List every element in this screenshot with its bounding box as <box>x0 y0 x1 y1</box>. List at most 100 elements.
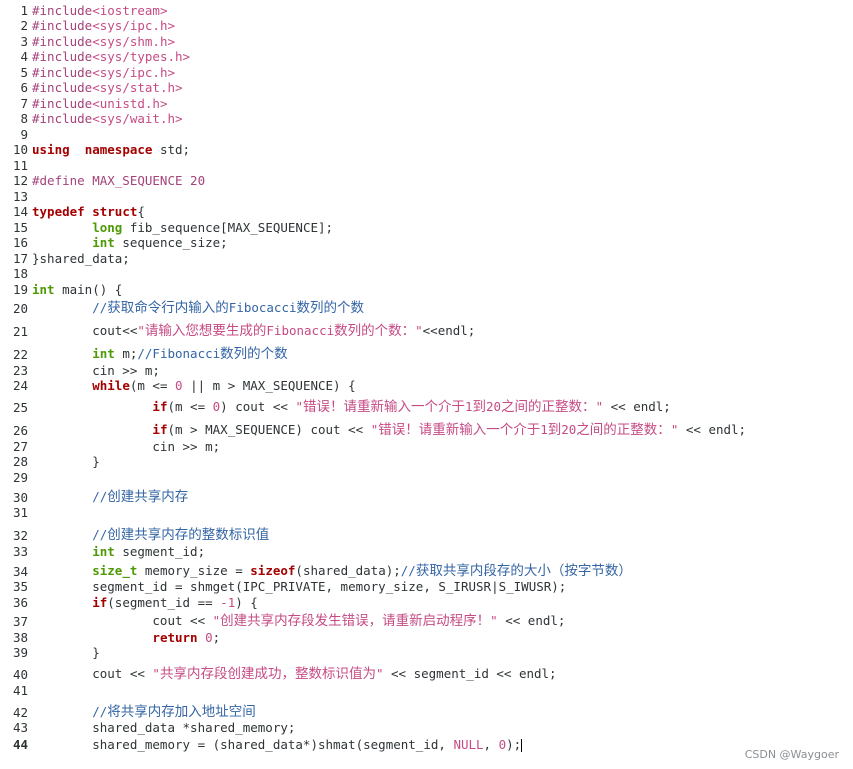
code-text: cout << "创建共享内存段发生错误，请重新启动程序！" << endl; <box>28 609 565 629</box>
code-line[interactable]: 12 #define MAX_SEQUENCE 20 <box>0 173 853 188</box>
code-line[interactable]: 35 segment_id = shmget(IPC_PRIVATE, memo… <box>0 579 853 594</box>
line-number: 15 <box>12 219 28 235</box>
line-number: 8 <box>20 111 28 126</box>
code-line[interactable]: 37 cout << "创建共享内存段发生错误，请重新启动程序！" << end… <box>0 609 853 629</box>
line-number: 37 <box>12 614 28 629</box>
line-number: 33 <box>12 543 28 559</box>
code-line[interactable]: 4 #include<sys/types.h> <box>0 49 853 64</box>
code-token: 创建共享内存 <box>107 488 189 505</box>
line-number: 39 <box>12 645 28 660</box>
code-token: 创建共享内存的整数标识值 <box>107 527 270 543</box>
code-token: typedef <box>32 204 85 219</box>
code-line[interactable]: 1 #include<iostream> <box>0 2 853 18</box>
code-editor[interactable]: 1 #include<iostream> 2 #include<sys/ipc.h> 3… <box>0 2 853 752</box>
code-token: #include <box>32 64 93 80</box>
code-token: << endl; <box>678 422 747 437</box>
code-line[interactable]: 33 int segment_id; <box>0 543 853 559</box>
code-token: 数列的个数： <box>334 323 416 339</box>
code-line[interactable]: 10 using namespace std; <box>0 142 853 157</box>
code-token: #include <box>32 111 93 126</box>
code-token: sequence_size; <box>114 235 228 250</box>
code-token: std; <box>152 142 191 157</box>
code-token: #include <box>32 2 93 18</box>
line-number: 29 <box>12 469 28 485</box>
code-token: " <box>415 323 423 338</box>
code-line[interactable]: 11 <box>0 157 853 173</box>
code-token: 1 <box>540 422 548 437</box>
code-line[interactable]: 14 typedef struct{ <box>0 204 853 219</box>
code-line[interactable]: 16 int sequence_size; <box>0 235 853 250</box>
code-line[interactable]: 38 return 0; <box>0 629 853 645</box>
code-text: } <box>28 454 100 469</box>
code-line[interactable]: 34 size_t memory_size = sizeof(shared_da… <box>0 559 853 579</box>
code-token: 0 <box>498 737 507 752</box>
code-token: int <box>92 346 115 361</box>
code-line[interactable]: 43 shared_data *shared_memory; <box>0 720 853 735</box>
code-line[interactable]: 5 #include<sys/ipc.h> <box>0 64 853 80</box>
code-line[interactable]: 25 if(m <= 0) cout << "错误！请重新输入一个介于1到20之… <box>0 393 853 415</box>
code-line[interactable]: 26 if(m > MAX_SEQUENCE) cout << "错误！请重新输… <box>0 415 853 438</box>
code-token: << endl; <box>497 613 566 628</box>
watermark: CSDN @Waygoer <box>744 748 839 761</box>
code-token: int <box>92 235 115 250</box>
code-text: }shared_data; <box>28 251 130 266</box>
code-line[interactable]: 18 <box>0 266 853 281</box>
code-line[interactable]: 23 cin >> m; <box>0 362 853 378</box>
code-text: cout<<"请输入您想要生成的Fibonacci数列的个数："<<endl; <box>28 319 475 339</box>
code-line[interactable]: 31 <box>0 505 853 520</box>
code-line[interactable]: 24 while(m <= 0 || m > MAX_SEQUENCE) { <box>0 378 853 393</box>
code-line[interactable]: 44 shared_memory = (shared_data*)shmat(s… <box>0 735 853 752</box>
code-line[interactable]: 42 //将共享内存加入地址空间 <box>0 698 853 720</box>
code-line[interactable]: 21 cout<<"请输入您想要生成的Fibonacci数列的个数："<<end… <box>0 316 853 339</box>
code-token: -1 <box>220 594 236 610</box>
code-line[interactable]: 2 #include<sys/ipc.h> <box>0 18 853 33</box>
line-number: 26 <box>12 423 28 438</box>
code-token: <sys/wait.h> <box>92 111 183 126</box>
code-line[interactable]: 36 if(segment_id == -1) { <box>0 594 853 610</box>
code-line[interactable]: 9 <box>0 126 853 142</box>
code-line[interactable]: 8 #include<sys/wait.h> <box>0 111 853 126</box>
code-line[interactable]: 19 int main() { <box>0 281 853 297</box>
code-token: #include <box>32 18 93 33</box>
code-text: } <box>28 645 100 660</box>
code-token: sizeof <box>250 562 296 578</box>
code-token: (m > MAX_SEQUENCE) cout << <box>167 422 371 437</box>
line-number: 41 <box>12 682 28 698</box>
code-line[interactable]: 41 <box>0 682 853 698</box>
code-token: 创建共享内存段发生错误，请重新启动程序！ <box>220 613 491 629</box>
code-line[interactable]: 39 } <box>0 645 853 660</box>
code-line[interactable]: 27 cin >> m; <box>0 438 853 454</box>
code-text: int m;//Fibonacci数列的个数 <box>28 342 287 362</box>
code-token: " <box>595 399 604 414</box>
line-number: 35 <box>12 579 28 594</box>
line-number: 31 <box>12 505 28 520</box>
code-line[interactable]: 28 } <box>0 454 853 469</box>
code-line[interactable]: 22 int m;//Fibonacci数列的个数 <box>0 339 853 362</box>
code-line[interactable]: 32 //创建共享内存的整数标识值 <box>0 520 853 543</box>
code-line[interactable]: 13 <box>0 188 853 204</box>
code-line[interactable]: 30 //创建共享内存 <box>0 485 853 505</box>
code-text: segment_id = shmget(IPC_PRIVATE, memory_… <box>28 579 566 594</box>
code-token: " <box>152 666 160 681</box>
code-line[interactable]: 15 long fib_sequence[MAX_SEQUENCE]; <box>0 219 853 235</box>
code-token: while <box>92 378 130 393</box>
code-line[interactable]: 7 #include<unistd.h> <box>0 95 853 111</box>
code-token: if <box>152 399 168 414</box>
code-line[interactable]: 6 #include<sys/stat.h> <box>0 80 853 95</box>
code-line[interactable]: 40 cout << "共享内存段创建成功，整数标识值为" << segment… <box>0 660 853 682</box>
code-text: shared_data *shared_memory; <box>28 720 295 735</box>
code-line[interactable]: 29 <box>0 469 853 485</box>
line-number: 20 <box>12 301 28 316</box>
line-number: 3 <box>20 33 28 49</box>
code-line[interactable]: 17}shared_data; <box>0 250 853 266</box>
code-line[interactable]: 3 #include<sys/shm.h> <box>0 33 853 49</box>
code-line[interactable]: 20 //获取命令行内输入的Fibocacci数列的个数 <box>0 297 853 316</box>
code-token: , <box>483 737 499 752</box>
